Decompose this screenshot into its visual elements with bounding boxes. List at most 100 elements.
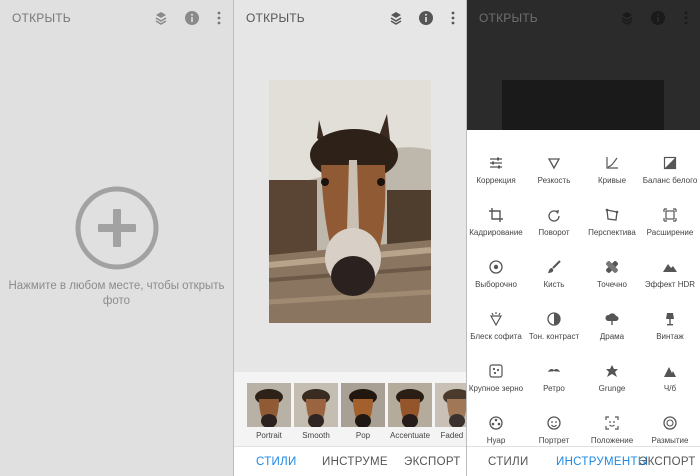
curves-icon: [605, 156, 619, 170]
open-button[interactable]: ОТКРЫТЬ: [246, 11, 305, 25]
styles-screen: ОТКРЫТЬ Portrait Smooth Pop Accentuate F…: [234, 0, 466, 476]
more-vert-icon[interactable]: [445, 10, 461, 26]
tool-label: Кадрирование: [469, 228, 523, 237]
style-thumb[interactable]: Pop: [341, 383, 385, 443]
tool-selective[interactable]: Выборочно: [467, 260, 525, 312]
tool-details[interactable]: Резкость: [525, 156, 583, 208]
style-thumb[interactable]: Portrait: [247, 383, 291, 443]
tab-tools[interactable]: ИНСТРУМЕ: [322, 456, 388, 468]
tool-drama[interactable]: Драма: [583, 312, 641, 364]
expand-icon: [663, 208, 677, 222]
tool-tonal-contrast[interactable]: Тон. контраст: [525, 312, 583, 364]
info-icon[interactable]: [418, 10, 434, 26]
tab-styles[interactable]: СТИЛИ: [256, 456, 297, 468]
tool-label: Баланс белого: [642, 176, 698, 185]
info-icon[interactable]: [650, 10, 666, 26]
tool-vintage[interactable]: Винтаж: [641, 312, 699, 364]
rotate-icon: [547, 208, 561, 222]
tool-lens-blur[interactable]: Размытие: [641, 416, 699, 446]
tab-styles[interactable]: СТИЛИ: [488, 456, 529, 468]
tool-noir[interactable]: Нуар: [467, 416, 525, 446]
white-balance-icon: [663, 156, 677, 170]
tab-export[interactable]: ЭКСПОРТ: [404, 456, 461, 468]
triangle-icon: [547, 156, 561, 170]
style-thumb[interactable]: Faded Gl: [435, 383, 466, 443]
tool-curves[interactable]: Кривые: [583, 156, 641, 208]
crop-icon: [489, 208, 503, 222]
styles-filmstrip[interactable]: Portrait Smooth Pop Accentuate Faded Gl: [234, 372, 466, 446]
open-button[interactable]: ОТКРЫТЬ: [12, 11, 71, 25]
style-label: Portrait: [256, 431, 282, 440]
bottom-nav: СТИЛИ ИНСТРУМЕ ЭКСПОРТ: [234, 446, 466, 476]
layers-icon[interactable]: [153, 10, 169, 26]
tool-crop[interactable]: Кадрирование: [467, 208, 525, 260]
style-thumb[interactable]: Accentuate: [388, 383, 432, 443]
tool-perspective[interactable]: Перспектива: [583, 208, 641, 260]
style-label: Accentuate: [389, 431, 431, 440]
tool-label: Винтаж: [656, 332, 684, 341]
style-thumb-image: [247, 383, 291, 427]
tools-screen: ОТКРЫТЬ Коррекция Резкость Кривые Баланс…: [467, 0, 700, 476]
drama-icon: [605, 312, 619, 326]
tool-head-pose[interactable]: Положение: [583, 416, 641, 446]
tool-label: Кисть: [543, 280, 565, 289]
portrait-icon: [547, 416, 561, 430]
tool-rotate[interactable]: Поворот: [525, 208, 583, 260]
info-icon[interactable]: [184, 10, 200, 26]
tool-label: Кривые: [597, 176, 627, 185]
healing-icon: [605, 260, 619, 274]
tool-expand[interactable]: Расширение: [641, 208, 699, 260]
tool-label: Ретро: [543, 384, 565, 393]
tool-grain[interactable]: Крупное зерно: [467, 364, 525, 416]
brush-icon: [547, 260, 561, 274]
horse-photo[interactable]: [269, 80, 431, 323]
bottom-nav: СТИЛИ ИНСТРУМЕНТЫ ЭКСПОРТ: [467, 446, 700, 476]
style-label: Faded Gl: [440, 431, 466, 440]
tool-retro[interactable]: Ретро: [525, 364, 583, 416]
tool-healing[interactable]: Точечно: [583, 260, 641, 312]
grunge-icon: [605, 364, 619, 378]
add-circle-icon[interactable]: [75, 186, 159, 270]
top-bar: ОТКРЫТЬ: [467, 0, 700, 36]
perspective-icon: [605, 208, 619, 222]
tool-tune[interactable]: Коррекция: [467, 156, 525, 208]
tool-hdr[interactable]: Эффект HDR: [641, 260, 699, 312]
tools-sheet: Коррекция Резкость Кривые Баланс белого …: [467, 130, 700, 446]
tool-brush[interactable]: Кисть: [525, 260, 583, 312]
dimmed-photo: [502, 80, 664, 130]
open-button[interactable]: ОТКРЫТЬ: [479, 11, 538, 25]
more-vert-icon[interactable]: [678, 10, 694, 26]
tool-portrait[interactable]: Портрет: [525, 416, 583, 446]
tool-bw[interactable]: Ч/б: [641, 364, 699, 416]
tool-white-balance[interactable]: Баланс белого: [641, 156, 699, 208]
style-thumb-image: [388, 383, 432, 427]
style-label: Pop: [355, 431, 371, 440]
glamour-icon: [489, 312, 503, 326]
tab-export[interactable]: ЭКСПОРТ: [639, 456, 696, 468]
more-vert-icon[interactable]: [211, 10, 227, 26]
hdr-icon: [663, 260, 677, 274]
layers-icon[interactable]: [619, 10, 635, 26]
tool-label: Резкость: [537, 176, 571, 185]
style-thumb[interactable]: Smooth: [294, 383, 338, 443]
retro-icon: [547, 364, 561, 378]
tool-label: Точечно: [597, 280, 627, 289]
tool-label: Крупное зерно: [468, 384, 524, 393]
selective-icon: [489, 260, 503, 274]
tool-label: Выборочно: [475, 280, 517, 289]
tool-label: Ч/б: [663, 384, 677, 393]
top-bar: ОТКРЫТЬ: [234, 0, 466, 36]
tonal-contrast-icon: [547, 312, 561, 326]
tool-label: Расширение: [646, 228, 694, 237]
tool-grunge[interactable]: Grunge: [583, 364, 641, 416]
tool-label: Перспектива: [588, 228, 636, 237]
tab-tools[interactable]: ИНСТРУМЕНТЫ: [556, 456, 648, 468]
tool-glamour[interactable]: Блеск софита: [467, 312, 525, 364]
tool-label: Положение: [590, 436, 634, 445]
tool-label: Эффект HDR: [644, 280, 696, 289]
tool-label: Коррекция: [476, 176, 516, 185]
empty-screen[interactable]: ОТКРЫТЬ Нажмите в любом месте, чтобы отк…: [0, 0, 233, 476]
tool-label: Grunge: [598, 384, 626, 393]
bw-icon: [663, 364, 677, 378]
layers-icon[interactable]: [388, 10, 404, 26]
